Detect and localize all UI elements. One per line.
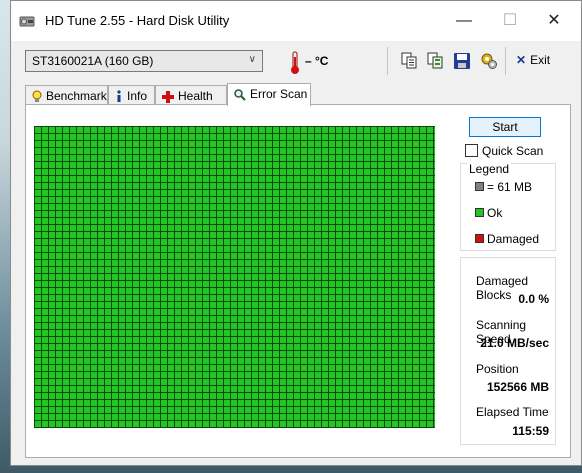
checkbox-box[interactable] (465, 144, 478, 157)
close-button[interactable]: ✕ (531, 1, 577, 41)
legend-damaged-label: Damaged (487, 232, 540, 246)
quick-scan-label: Quick Scan (482, 144, 544, 158)
hd-tune-app-icon (19, 16, 35, 27)
legend-ok: Ok (475, 206, 502, 220)
tab-label: Benchmark (46, 89, 107, 103)
position-label: Position (476, 362, 519, 376)
drive-select-value: ST3160021A (160 GB) (32, 54, 154, 68)
tab-error-scan[interactable]: Error Scan (227, 83, 311, 106)
scan-statistics: Damaged Blocks 0.0 % Scanning Speed 21.0… (460, 257, 556, 445)
green-swatch-icon (475, 208, 484, 217)
exit-icon: ✕ (516, 53, 527, 67)
start-button[interactable]: Start (469, 117, 541, 137)
elapsed-time-label: Elapsed Time (476, 405, 549, 419)
legend-block-size: = 61 MB (475, 180, 532, 194)
damaged-blocks-value: 0.0 % (518, 292, 549, 306)
elapsed-time-value: 115:59 (512, 424, 549, 438)
legend-damaged: Damaged (475, 232, 539, 246)
quick-scan-checkbox[interactable]: Quick Scan (465, 144, 543, 158)
legend-block-size-label: = 61 MB (487, 180, 533, 194)
maximize-button[interactable]: ☐ (487, 1, 533, 41)
magnifier-icon (234, 89, 246, 101)
error-scan-panel: Start Quick Scan Legend = 61 MB Ok Damag… (25, 104, 571, 458)
options-icon[interactable] (480, 52, 498, 70)
title-bar[interactable]: HD Tune 2.55 - Hard Disk Utility — ☐ ✕ (11, 1, 581, 41)
scan-block-map (34, 126, 435, 428)
red-swatch-icon (475, 234, 484, 243)
info-icon (117, 90, 121, 103)
legend-title: Legend (467, 162, 512, 176)
copy-all-icon[interactable] (426, 52, 444, 70)
tab-label: Info (127, 89, 148, 103)
gray-swatch-icon (475, 182, 484, 191)
window-title: HD Tune 2.55 - Hard Disk Utility (45, 13, 230, 28)
copy-icon[interactable] (400, 52, 418, 70)
app-window: HD Tune 2.55 - Hard Disk Utility — ☐ ✕ S… (10, 0, 582, 466)
toolbar: ST3160021A (160 GB) ∨ – °C ✕ Exit (11, 41, 581, 83)
lightbulb-icon (32, 90, 42, 103)
minimize-button[interactable]: — (441, 1, 487, 41)
save-icon[interactable] (453, 52, 471, 70)
temperature-readout: – °C (305, 54, 329, 68)
tab-benchmark[interactable]: Benchmark (25, 85, 108, 105)
tab-info[interactable]: Info (108, 85, 155, 105)
position-value: 152566 MB (486, 380, 549, 394)
tab-label: Health (178, 89, 213, 103)
legend-ok-label: Ok (487, 206, 503, 220)
thermometer-icon (291, 51, 299, 74)
drive-select[interactable]: ST3160021A (160 GB) ∨ (25, 50, 263, 72)
exit-button[interactable]: ✕ Exit (516, 53, 550, 67)
tab-health[interactable]: Health (155, 85, 227, 105)
exit-label: Exit (530, 53, 551, 67)
scan-blocks-ok (34, 126, 435, 428)
toolbar-separator (505, 47, 506, 75)
health-cross-icon (162, 90, 174, 103)
tab-label: Error Scan (250, 87, 308, 101)
toolbar-separator (387, 47, 388, 75)
scanning-speed-value: 21.0 MB/sec (480, 336, 549, 350)
legend-group: Legend = 61 MB Ok Damaged (460, 162, 556, 251)
chevron-down-icon: ∨ (248, 54, 256, 65)
